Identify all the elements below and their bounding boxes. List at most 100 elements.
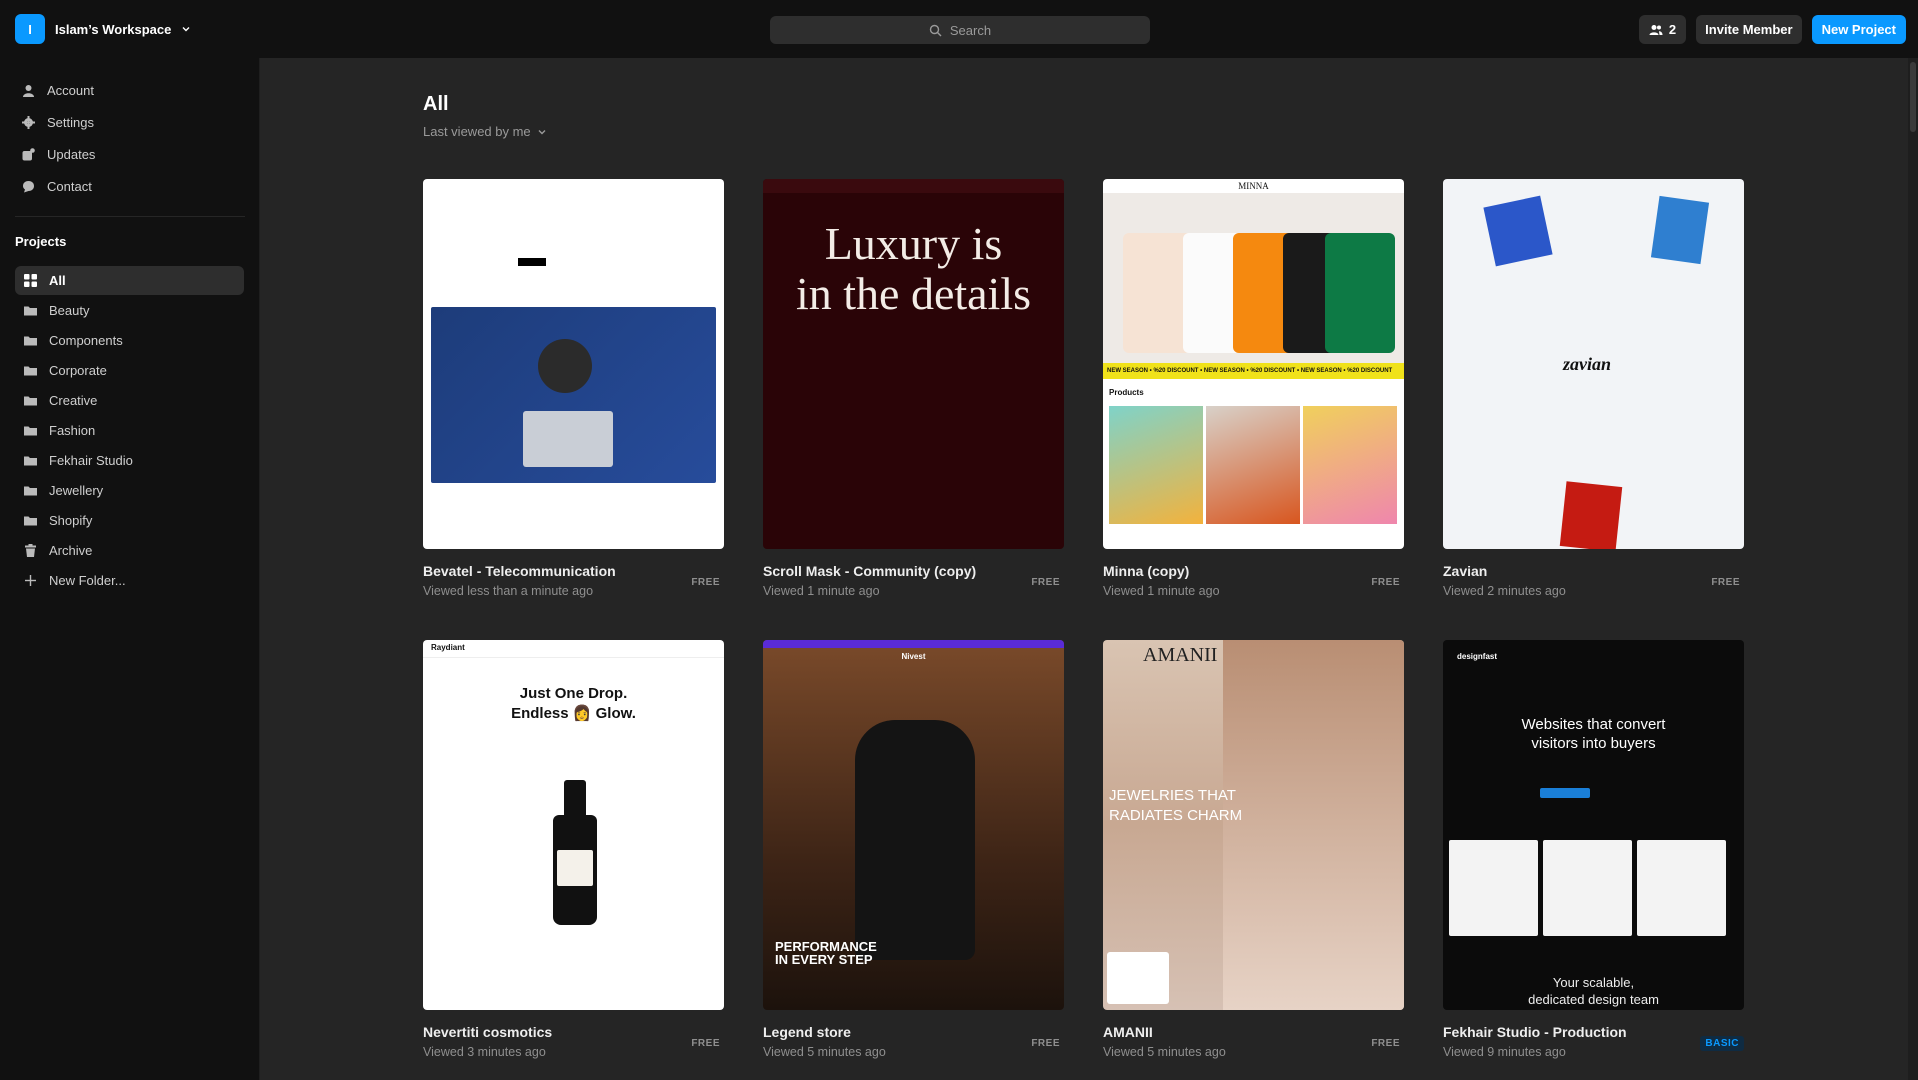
project-card[interactable]: zavian Zavian Viewed 2 minutes ago FREE <box>1443 179 1744 598</box>
sidebar-project-shopify[interactable]: Shopify <box>15 506 244 535</box>
sidebar-project-creative[interactable]: Creative <box>15 386 244 415</box>
project-card[interactable]: Raydiant Just One Drop. Endless 👩 Glow. … <box>423 640 724 1059</box>
thumb-ticker-text: NEW SEASON • %20 DISCOUNT • NEW SEASON •… <box>1107 368 1393 374</box>
project-title: Bevatel - Telecommunication <box>423 563 616 579</box>
thumb-screenshot <box>1543 840 1632 936</box>
gear-icon <box>22 115 35 129</box>
sidebar-item-label: Settings <box>47 114 94 130</box>
thumb-footer-text: Your scalable, dedicated design team <box>1528 975 1659 1007</box>
project-card[interactable]: Luxury is in the details Scroll Mask - C… <box>763 179 1064 598</box>
sidebar-project-fekhair-studio[interactable]: Fekhair Studio <box>15 446 244 475</box>
thumb-headline-line: Just One Drop. <box>519 685 628 702</box>
thumb-product <box>1109 406 1203 524</box>
updates-icon <box>22 147 35 160</box>
thumb-ticker: NEW SEASON • %20 DISCOUNT • NEW SEASON •… <box>1103 363 1404 379</box>
folder-icon <box>24 456 37 466</box>
thumb-headline-line: Endless 👩 Glow. <box>511 705 636 722</box>
thumb-brand: designfast <box>1457 652 1498 661</box>
sidebar-item-label: Account <box>47 82 94 98</box>
sidebar-project-all[interactable]: All <box>15 266 244 295</box>
project-thumbnail[interactable]: zavian <box>1443 179 1744 549</box>
thumb-headline: Luxury is in the details <box>795 218 1032 319</box>
sidebar-item-label: Corporate <box>49 363 107 378</box>
project-last-viewed: Viewed less than a minute ago <box>423 584 594 598</box>
sidebar-item-label: All <box>49 273 66 288</box>
projects-heading: Projects <box>15 234 67 249</box>
project-title: AMANII <box>1103 1024 1153 1040</box>
sidebar-project-fashion[interactable]: Fashion <box>15 416 244 445</box>
members-button[interactable]: 2 <box>1638 15 1687 44</box>
project-card[interactable]: Nivest PERFORMANCE IN EVERY STEP Legend … <box>763 640 1064 1059</box>
project-title: Legend store <box>763 1024 851 1040</box>
thumb-brand: MINNA <box>1238 181 1269 191</box>
plan-badge: FREE <box>691 577 720 588</box>
invite-member-button[interactable]: Invite Member <box>1696 15 1802 44</box>
project-thumbnail[interactable]: Raydiant Just One Drop. Endless 👩 Glow. <box>423 640 724 1010</box>
chevron-down-icon <box>538 129 546 134</box>
project-thumbnail[interactable]: AMANII JEWELRIES THAT RADIATES CHARM <box>1103 640 1404 1010</box>
sidebar-item-contact[interactable]: Contact <box>22 177 92 195</box>
trash-icon <box>25 544 36 557</box>
plan-badge: FREE <box>1371 577 1400 588</box>
plan-badge: FREE <box>1711 577 1740 588</box>
folder-icon <box>24 306 37 316</box>
thumb-brand: Nivest <box>901 652 926 661</box>
sidebar-project-archive[interactable]: Archive <box>15 536 244 565</box>
project-last-viewed: Viewed 3 minutes ago <box>423 1045 546 1059</box>
folder-icon <box>24 426 37 436</box>
project-card[interactable]: MINNA NEW SEASON • %20 DISCOUNT • NEW SE… <box>1103 179 1404 598</box>
sidebar-project-corporate[interactable]: Corporate <box>15 356 244 385</box>
project-thumbnail[interactable]: Nivest PERFORMANCE IN EVERY STEP <box>763 640 1064 1010</box>
thumb-product <box>1303 406 1397 524</box>
plan-badge: BASIC <box>1700 1036 1744 1051</box>
sidebar-item-label: Creative <box>49 393 98 408</box>
chevron-down-icon <box>182 27 190 32</box>
project-last-viewed: Viewed 2 minutes ago <box>1443 584 1566 598</box>
project-title: Scroll Mask - Community (copy) <box>763 563 977 579</box>
sort-dropdown[interactable]: Last viewed by me <box>423 124 547 139</box>
sidebar-item-label: Beauty <box>49 303 90 318</box>
sidebar-project-beauty[interactable]: Beauty <box>15 296 244 325</box>
project-last-viewed: Viewed 5 minutes ago <box>763 1045 886 1059</box>
thumb-laptop <box>523 411 613 467</box>
thumb-photo <box>1650 195 1710 265</box>
project-thumbnail[interactable] <box>423 179 724 549</box>
project-card[interactable]: designfast Websites that convert visitor… <box>1443 640 1744 1059</box>
thumb-brand: Raydiant <box>431 643 465 652</box>
thumb-person <box>538 339 592 393</box>
thumb-person <box>855 720 975 960</box>
new-folder-button[interactable]: New Folder... <box>15 566 244 595</box>
search-input[interactable]: Search <box>770 16 1150 44</box>
thumb-product <box>1206 406 1300 524</box>
sort-label: Last viewed by me <box>423 124 531 139</box>
new-project-button[interactable]: New Project <box>1811 15 1906 44</box>
search-icon <box>929 24 942 36</box>
scrollbar-thumb[interactable] <box>1910 62 1916 132</box>
workspace-switcher[interactable]: I Islam’s Workspace <box>15 14 191 44</box>
grid-icon <box>24 274 37 287</box>
folder-icon <box>24 366 37 376</box>
plan-badge: FREE <box>1371 1038 1400 1049</box>
project-card[interactable]: Bevatel - Telecommunication Viewed less … <box>423 179 724 598</box>
sidebar-item-account[interactable]: Account <box>22 81 94 99</box>
thumb-headline: Websites that convert visitors into buye… <box>1521 716 1666 752</box>
top-bar: I Islam’s Workspace Search 2 Invite Memb… <box>0 0 1918 58</box>
sidebar-item-label: Fashion <box>49 423 96 438</box>
scrollbar[interactable] <box>1908 58 1918 1080</box>
sidebar-item-settings[interactable]: Settings <box>22 113 94 131</box>
sidebar-item-updates[interactable]: Updates <box>22 145 95 163</box>
folder-icon <box>24 486 37 496</box>
project-last-viewed: Viewed 9 minutes ago <box>1443 1045 1566 1059</box>
sidebar-project-components[interactable]: Components <box>15 326 244 355</box>
project-thumbnail[interactable]: Luxury is in the details <box>763 179 1064 549</box>
project-thumbnail[interactable]: MINNA NEW SEASON • %20 DISCOUNT • NEW SE… <box>1103 179 1404 549</box>
thumb-headline: JEWELRIES THAT RADIATES CHARM <box>1109 787 1243 824</box>
folder-icon <box>24 516 37 526</box>
project-card[interactable]: AMANII JEWELRIES THAT RADIATES CHARM AMA… <box>1103 640 1404 1059</box>
sidebar-item-label: Components <box>49 333 123 348</box>
sidebar-item-label: Fekhair Studio <box>49 453 133 468</box>
sidebar-project-jewellery[interactable]: Jewellery <box>15 476 244 505</box>
project-thumbnail[interactable]: designfast Websites that convert visitor… <box>1443 640 1744 1010</box>
folder-icon <box>24 336 37 346</box>
thumb-announcement-bar <box>763 640 1064 648</box>
